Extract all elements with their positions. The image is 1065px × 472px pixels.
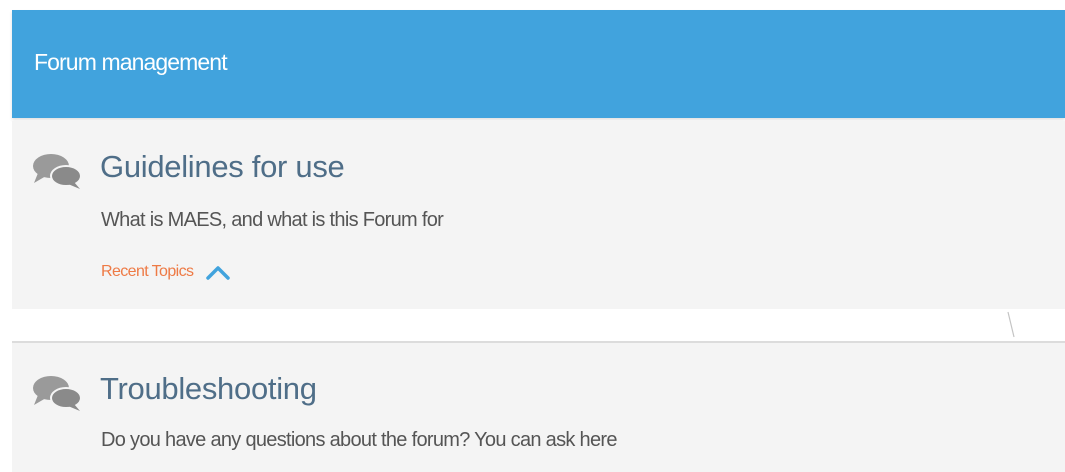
divider-mark xyxy=(1007,311,1015,338)
speech-bubbles-icon xyxy=(33,376,82,411)
recent-topics-link[interactable]: Recent Topics xyxy=(101,263,194,281)
forum-header: Forum management xyxy=(12,10,1065,118)
forum-page: Forum management Guidelines for use What… xyxy=(0,0,1065,472)
forum-description: Do you have any questions about the foru… xyxy=(101,429,617,451)
page-title: Forum management xyxy=(34,49,228,75)
forum-title[interactable]: Guidelines for use xyxy=(100,149,345,185)
chevron-up-icon[interactable] xyxy=(205,263,231,281)
forum-title[interactable]: Troubleshooting xyxy=(100,371,317,407)
forum-description: What is MAES, and what is this Forum for xyxy=(101,209,444,231)
forum-item-guidelines[interactable]: Guidelines for use What is MAES, and wha… xyxy=(12,121,1065,309)
forum-item-troubleshooting[interactable]: Troubleshooting Do you have any question… xyxy=(12,341,1065,472)
recent-topics-toggle[interactable]: Recent Topics xyxy=(101,263,231,281)
speech-bubbles-icon xyxy=(33,154,82,189)
